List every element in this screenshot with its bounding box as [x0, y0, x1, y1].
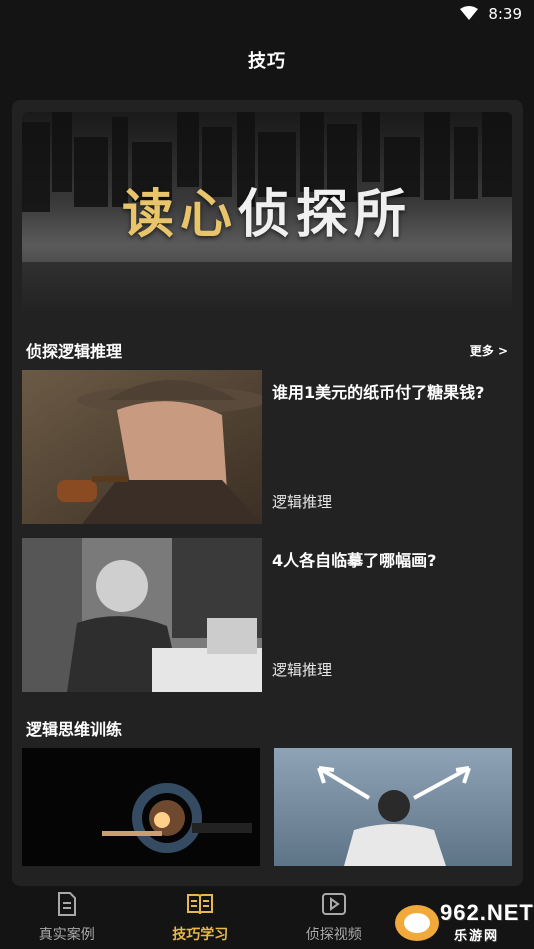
banner-title: 读心侦探所	[22, 172, 512, 247]
page-title: 技巧	[248, 51, 286, 72]
main-content: 读心侦探所 侦探逻辑推理 更多 > 谁用1美元的纸币付了糖果钱? 逻辑推理 4人…	[12, 100, 523, 886]
article-item[interactable]: 4人各自临摹了哪幅画? 逻辑推理	[22, 538, 512, 692]
nav-label: 技巧学习	[172, 926, 229, 943]
article-thumbnail	[22, 538, 262, 692]
watermark-text: 962.NET	[440, 900, 534, 925]
article-title: 谁用1美元的纸币付了糖果钱?	[272, 383, 485, 402]
training-thumbnail-bullet[interactable]	[22, 748, 260, 866]
nav-label: 侦探视频	[305, 926, 362, 943]
banner-title-gold: 读心	[121, 184, 238, 245]
status-time: 8:39	[488, 5, 522, 23]
nav-item-videos[interactable]: 侦探视频	[267, 886, 401, 949]
banner-title-white: 侦探所	[238, 184, 413, 245]
status-bar: 8:39	[0, 0, 534, 28]
article-title: 4人各自临摹了哪幅画?	[272, 551, 437, 570]
more-link[interactable]: 更多 >	[470, 342, 508, 359]
book-icon	[186, 892, 214, 920]
article-tag: 逻辑推理	[272, 661, 333, 679]
wifi-icon	[460, 5, 479, 24]
banner-image[interactable]: 读心侦探所	[22, 112, 512, 316]
video-icon	[321, 892, 347, 920]
section-header-training: 逻辑思维训练	[26, 716, 508, 740]
page-header: 技巧	[0, 28, 534, 92]
nav-item-cases[interactable]: 真实案例	[0, 886, 134, 949]
section-title: 侦探逻辑推理	[26, 342, 123, 361]
watermark-subtext: 乐游网	[454, 929, 500, 944]
nav-item-skills[interactable]: 技巧学习	[134, 886, 268, 949]
nav-label: 真实案例	[38, 926, 95, 943]
watermark-logo: 962.NET 乐游网	[392, 898, 533, 944]
article-item[interactable]: 谁用1美元的纸币付了糖果钱? 逻辑推理	[22, 370, 512, 524]
section-header-logic: 侦探逻辑推理 更多 >	[26, 338, 508, 362]
article-thumbnail	[22, 370, 262, 524]
article-tag: 逻辑推理	[272, 493, 333, 511]
section-title: 逻辑思维训练	[26, 720, 123, 739]
training-thumbnail-arrows[interactable]	[274, 748, 512, 866]
document-icon	[56, 891, 78, 920]
